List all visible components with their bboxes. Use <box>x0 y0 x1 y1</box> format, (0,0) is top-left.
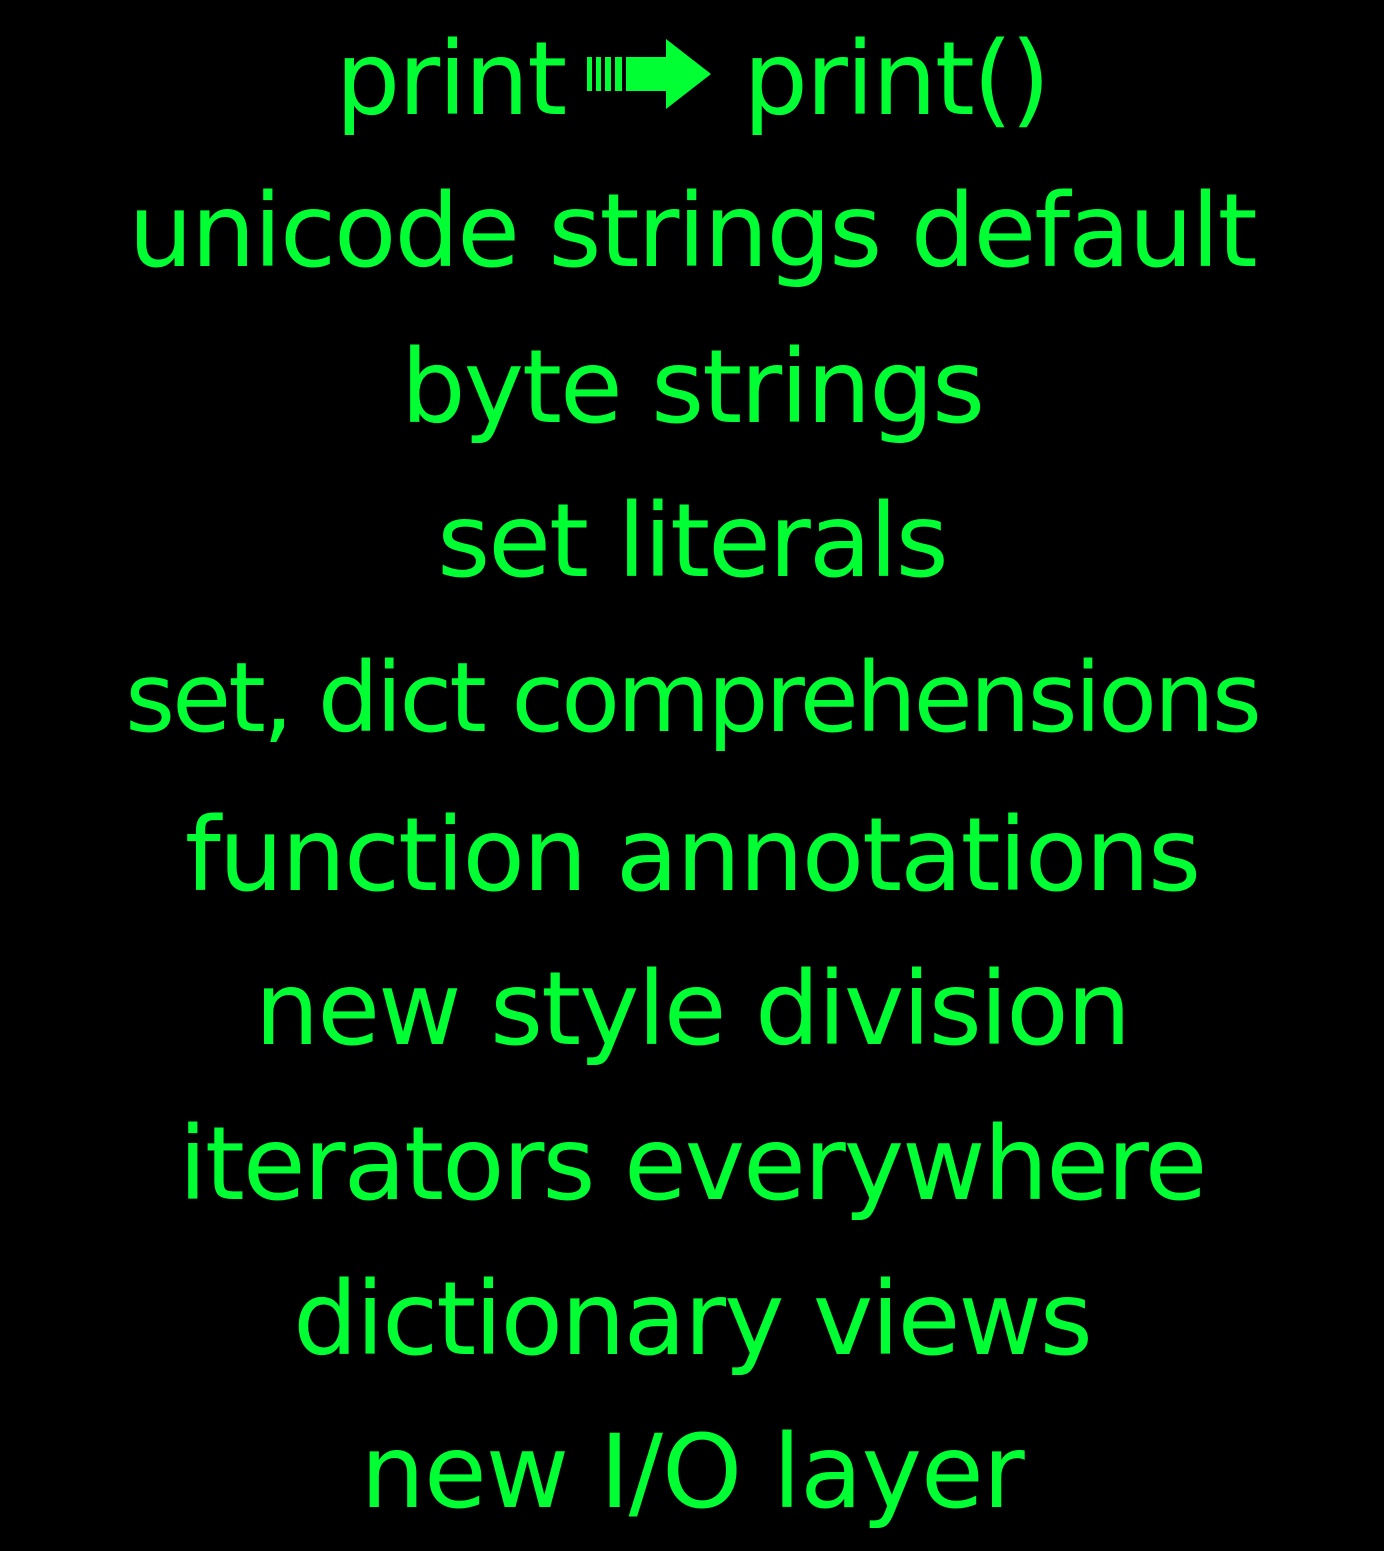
line-function-annotations: function annotations <box>184 796 1201 915</box>
line-unicode-strings: unicode strings default <box>128 172 1257 291</box>
line-comprehensions: set, dict comprehensions <box>125 642 1262 754</box>
slide: print print() unicode strings default by… <box>0 0 1384 1551</box>
line-iterators-everywhere: iterators everywhere <box>178 1105 1208 1224</box>
line-dictionary-views: dictionary views <box>293 1260 1093 1379</box>
line-byte-strings: byte strings <box>400 328 985 447</box>
print-function-label: print() <box>743 20 1050 139</box>
line-set-literals: set literals <box>437 482 949 601</box>
line-print-change: print print() <box>0 0 1384 160</box>
arrow-right-icon <box>587 39 715 110</box>
line-new-io-layer: new I/O layer <box>360 1413 1024 1532</box>
print-statement-label: print <box>335 20 568 139</box>
line-new-style-division: new style division <box>254 950 1132 1069</box>
